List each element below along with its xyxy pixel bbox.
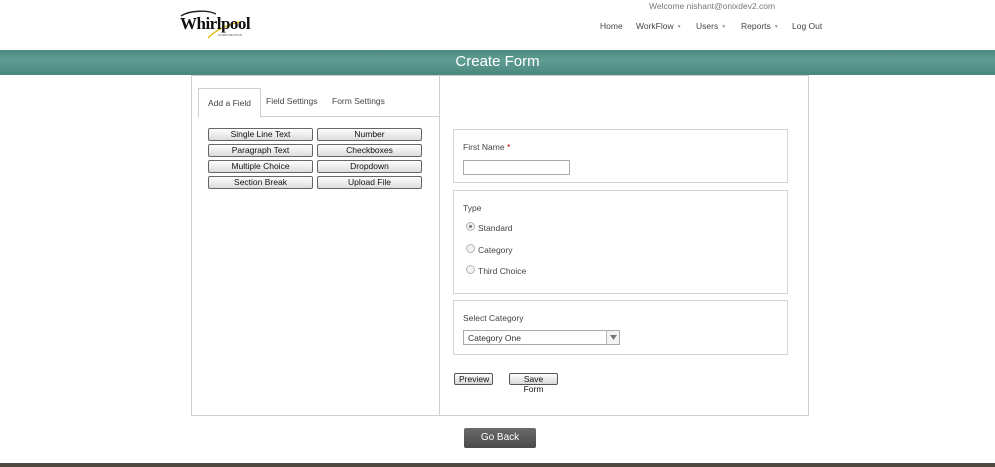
add-multiple-choice-button[interactable]: Multiple Choice <box>208 160 313 173</box>
nav-workflow[interactable]: WorkFlow ▼ <box>636 21 682 31</box>
category-select[interactable]: Category One <box>463 330 620 345</box>
add-checkboxes-button[interactable]: Checkboxes <box>317 144 422 157</box>
go-back-button[interactable]: Go Back <box>464 428 536 448</box>
tab-add-field[interactable]: Add a Field <box>198 88 261 118</box>
nav-logout-label: Log Out <box>792 21 823 31</box>
caret-down-icon: ▼ <box>773 24 779 30</box>
nav-reports-label: Reports <box>741 21 771 31</box>
first-name-label-text: First Name <box>463 142 505 152</box>
nav-home[interactable]: Home <box>600 21 623 31</box>
category-field-block[interactable]: Select Category Category One <box>453 300 788 355</box>
radio-standard-label: Standard <box>478 223 513 233</box>
tab-field-settings[interactable]: Field Settings <box>266 88 318 117</box>
first-name-label: First Name * <box>463 142 510 152</box>
radio-standard[interactable] <box>466 222 475 231</box>
first-name-input[interactable] <box>463 160 570 175</box>
nav-users-label: Users <box>696 21 719 31</box>
nav-home-label: Home <box>600 21 623 31</box>
chevron-down-icon[interactable] <box>606 331 619 344</box>
radio-category-label: Category <box>478 245 513 255</box>
form-builder: Add a Field Field Settings Form Settings… <box>191 75 809 416</box>
radio-category[interactable] <box>466 244 475 253</box>
builder-tabs: Add a Field Field Settings Form Settings <box>198 88 440 118</box>
nav-users[interactable]: Users ▼ <box>696 21 726 31</box>
title-banner: Create Form <box>0 50 995 75</box>
radio-third-choice-label: Third Choice <box>478 266 527 276</box>
add-paragraph-text-button[interactable]: Paragraph Text <box>208 144 313 157</box>
type-label: Type <box>463 203 482 213</box>
tab-form-settings[interactable]: Form Settings <box>332 88 385 117</box>
nav-reports[interactable]: Reports ▼ <box>741 21 779 31</box>
preview-button[interactable]: Preview <box>454 373 493 385</box>
select-category-label: Select Category <box>463 313 524 323</box>
add-upload-file-button[interactable]: Upload File <box>317 176 422 189</box>
footer-bar <box>0 463 995 467</box>
whirlpool-logo[interactable]: Whirlpool CORPORATION <box>178 10 251 40</box>
add-number-button[interactable]: Number <box>317 128 422 141</box>
dropdown-arrow-icon <box>610 335 617 340</box>
category-select-value: Category One <box>468 333 521 343</box>
nav-logout[interactable]: Log Out <box>792 21 822 31</box>
page-title: Create Form <box>455 53 540 70</box>
caret-down-icon: ▼ <box>721 24 727 30</box>
nav-workflow-label: WorkFlow <box>636 21 674 31</box>
radio-third-choice[interactable] <box>466 265 475 274</box>
type-field-block[interactable]: Type Standard Category Third Choice <box>453 190 788 294</box>
logo-wordmark: Whirlpool <box>180 14 251 33</box>
save-form-button[interactable]: Save Form <box>509 373 558 394</box>
field-panel: Add a Field Field Settings Form Settings… <box>192 76 440 415</box>
caret-down-icon: ▼ <box>676 24 682 30</box>
logo-subtitle: CORPORATION <box>218 33 243 37</box>
required-marker: * <box>506 142 511 152</box>
welcome-message: Welcome nishant@onixdev2.com <box>649 1 776 11</box>
first-name-field-block[interactable]: First Name * <box>453 129 788 183</box>
add-section-break-button[interactable]: Section Break <box>208 176 313 189</box>
add-dropdown-button[interactable]: Dropdown <box>317 160 422 173</box>
add-single-line-text-button[interactable]: Single Line Text <box>208 128 313 141</box>
